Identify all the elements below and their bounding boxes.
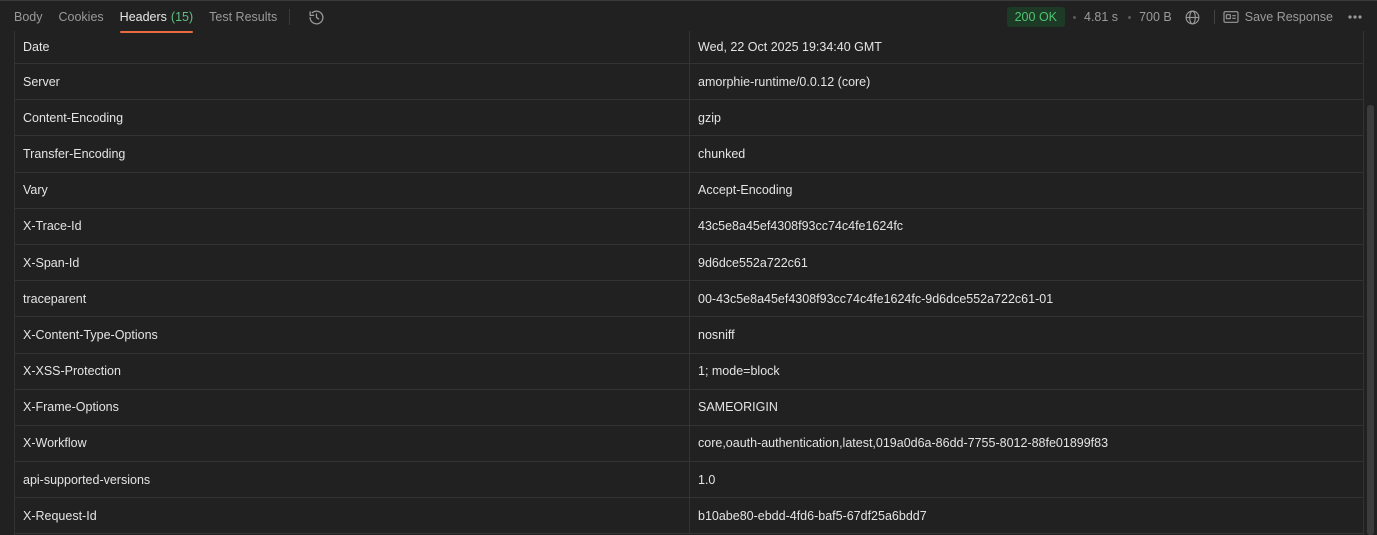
header-value[interactable]: 1; mode=block — [690, 354, 1363, 389]
header-value[interactable]: nosniff — [690, 317, 1363, 352]
header-row[interactable]: Vary Accept-Encoding — [15, 172, 1363, 209]
header-key[interactable]: Server — [15, 64, 690, 100]
header-row[interactable]: X-Trace-Id 43c5e8a45ef4308f93cc74c4fe1624… — [15, 208, 1363, 245]
globe-icon — [1185, 10, 1200, 24]
header-row[interactable]: Transfer-Encoding chunked — [15, 136, 1363, 173]
tab-cookies[interactable]: Cookies — [51, 1, 112, 33]
header-key[interactable]: X-Request-Id — [15, 498, 690, 534]
header-key[interactable]: X-Frame-Options — [15, 389, 690, 425]
tab-headers[interactable]: Headers (15) — [112, 1, 201, 33]
history-icon — [309, 10, 324, 25]
tab-label: Body — [14, 10, 43, 24]
response-size[interactable]: 700 B — [1139, 10, 1172, 24]
more-horizontal-icon — [1348, 15, 1362, 19]
header-value[interactable]: 43c5e8a45ef4308f93cc74c4fe1624fc — [690, 209, 1363, 244]
tab-label: Headers — [119, 10, 167, 24]
tab-body[interactable]: Body — [0, 1, 51, 33]
headers-count: (15) — [170, 10, 194, 24]
response-meta: 200 OK 4.81 s 700 B Save Response — [1006, 1, 1363, 33]
header-value[interactable]: amorphie-runtime/0.0.12 (core) — [690, 64, 1363, 99]
header-value[interactable]: 9d6dce552a722c61 — [690, 245, 1363, 280]
header-value[interactable]: gzip — [690, 100, 1363, 135]
meta-separator — [1213, 10, 1215, 24]
header-value[interactable]: Accept-Encoding — [690, 173, 1363, 208]
header-row[interactable]: Date Wed, 22 Oct 2025 19:34:40 GMT — [15, 31, 1363, 64]
header-row[interactable]: X-Content-Type-Options nosniff — [15, 317, 1363, 354]
header-key[interactable]: X-Content-Type-Options — [15, 317, 690, 353]
header-value[interactable]: 00-43c5e8a45ef4308f93cc74c4fe1624fc-9d6d… — [690, 281, 1363, 316]
header-key[interactable]: traceparent — [15, 281, 690, 317]
history-button[interactable] — [302, 3, 330, 31]
header-value[interactable]: SAMEORIGIN — [690, 390, 1363, 425]
header-key[interactable]: X-Workflow — [15, 425, 690, 462]
header-value[interactable]: 1.0 — [690, 462, 1363, 497]
tab-test-results[interactable]: Test Results — [201, 1, 285, 33]
save-icon — [1223, 11, 1239, 23]
header-key[interactable]: Transfer-Encoding — [15, 136, 690, 172]
network-info-button[interactable] — [1182, 6, 1204, 28]
header-key[interactable]: X-Trace-Id — [15, 208, 690, 244]
status-badge[interactable]: 200 OK — [1006, 7, 1065, 27]
header-row[interactable]: X-Frame-Options SAMEORIGIN — [15, 389, 1363, 426]
header-row[interactable]: api-supported-versions 1.0 — [15, 462, 1363, 499]
header-row[interactable]: X-Span-Id 9d6dce552a722c61 — [15, 244, 1363, 282]
separator-dot — [1073, 15, 1076, 19]
header-key[interactable]: Date — [15, 31, 690, 63]
separator-dot — [1128, 15, 1132, 19]
headers-table: Date Wed, 22 Oct 2025 19:34:40 GMT Server a… — [14, 31, 1364, 535]
header-key[interactable]: X-XSS-Protection — [15, 353, 690, 389]
header-value[interactable]: Wed, 22 Oct 2025 19:34:40 GMT — [690, 31, 1363, 63]
header-row[interactable]: traceparent 00-43c5e8a45ef4308f93cc74c4fe… — [15, 281, 1363, 318]
response-time[interactable]: 4.81 s — [1084, 10, 1118, 24]
header-row[interactable]: Server amorphie-runtime/0.0.12 (core) — [15, 64, 1363, 101]
tab-label: Cookies — [58, 10, 104, 24]
header-key[interactable]: api-supported-versions — [15, 462, 690, 498]
tab-label: Test Results — [209, 10, 278, 24]
header-value[interactable]: chunked — [690, 136, 1363, 171]
header-key[interactable]: Content-Encoding — [15, 100, 690, 136]
header-key[interactable]: X-Span-Id — [15, 244, 690, 281]
header-row[interactable]: X-XSS-Protection 1; mode=block — [15, 353, 1363, 390]
vertical-scrollbar[interactable] — [1367, 105, 1374, 535]
header-key[interactable]: Vary — [15, 172, 690, 208]
more-options-button[interactable] — [1347, 9, 1363, 25]
header-value[interactable]: core,oauth-authentication,latest,019a0d6… — [690, 426, 1363, 461]
tab-separator — [289, 9, 291, 25]
save-response-label: Save Response — [1244, 10, 1333, 24]
save-response-button[interactable]: Save Response — [1223, 10, 1333, 24]
header-value[interactable]: b10abe80-ebdd-4fd6-baf5-67df25a6bdd7 — [690, 498, 1363, 533]
header-row[interactable]: X-Request-Id b10abe80-ebdd-4fd6-baf5-67df… — [15, 498, 1363, 535]
header-row[interactable]: Content-Encoding gzip — [15, 100, 1363, 137]
header-row[interactable]: X-Workflow core,oauth-authentication,late… — [15, 425, 1363, 463]
